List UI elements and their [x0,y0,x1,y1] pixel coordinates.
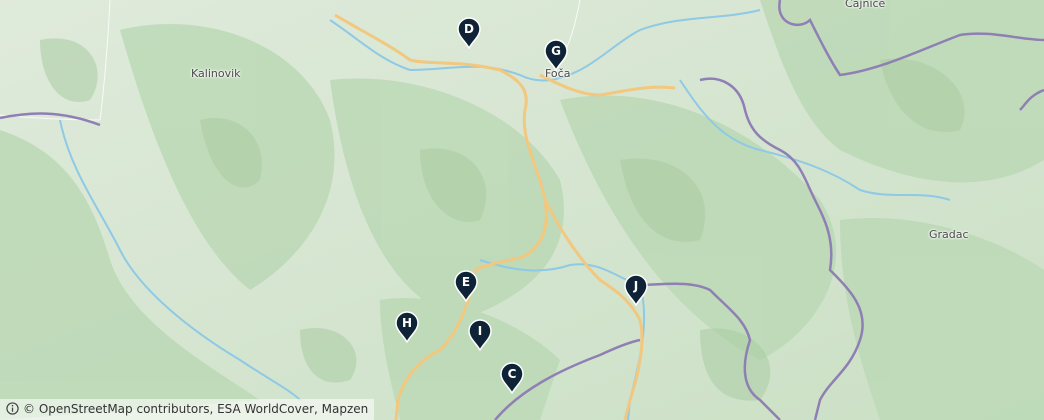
marker-label: C [507,367,517,381]
map-attribution: © OpenStreetMap contributors, ESA WorldC… [0,399,375,420]
map-marker-i[interactable]: I [468,319,492,351]
marker-label: E [461,275,471,289]
marker-label: J [633,279,639,293]
marker-label: H [401,316,413,330]
attribution-text[interactable]: © OpenStreetMap contributors, ESA WorldC… [23,402,368,416]
map-marker-j[interactable]: J [624,274,648,306]
place-label-cajnice: Čajniče [845,0,886,10]
map-marker-d[interactable]: D [457,17,481,49]
map-marker-g[interactable]: G [544,39,568,71]
map-view[interactable]: Kalinovik Foča Čajniče Gradac D G E J H … [0,0,1044,420]
marker-label: D [464,22,474,36]
marker-label: G [551,44,561,58]
map-terrain [0,0,1044,420]
map-marker-c[interactable]: C [500,362,524,394]
marker-label: I [477,324,483,338]
place-label-kalinovik: Kalinovik [191,67,241,80]
info-icon[interactable] [6,402,19,415]
place-label-gradac: Gradac [929,228,969,241]
map-marker-h[interactable]: H [395,311,419,343]
map-marker-e[interactable]: E [454,270,478,302]
